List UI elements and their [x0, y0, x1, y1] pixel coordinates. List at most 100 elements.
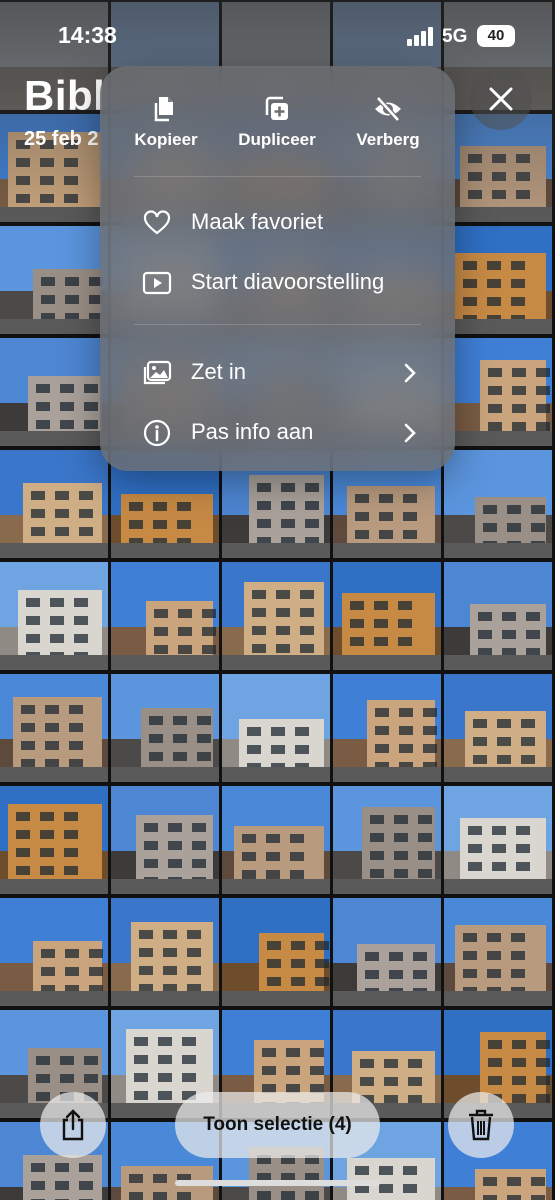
- share-button[interactable]: [40, 1092, 106, 1158]
- delete-button[interactable]: [448, 1092, 514, 1158]
- photo-ground: [444, 318, 552, 334]
- photo-window: [488, 368, 502, 377]
- photo-thumbnail[interactable]: [444, 786, 552, 894]
- photo-window: [197, 716, 211, 725]
- photo-window: [40, 812, 54, 821]
- photo-window: [418, 869, 432, 878]
- photo-window: [36, 402, 50, 411]
- photo-window: [463, 261, 477, 270]
- photo-window: [134, 1091, 148, 1100]
- edit-info-item[interactable]: Pas info aan: [100, 403, 455, 461]
- photo-window: [74, 598, 88, 607]
- photo-window: [281, 483, 295, 492]
- favorite-item[interactable]: Maak favoriet: [100, 193, 455, 251]
- photo-window: [497, 755, 511, 764]
- photo-thumbnail[interactable]: [222, 562, 330, 670]
- photo-window: [398, 637, 412, 646]
- photo-window: [375, 744, 389, 753]
- photo-thumbnail[interactable]: [111, 898, 219, 1006]
- photo-thumbnail[interactable]: [0, 898, 108, 1006]
- photo-window: [74, 634, 88, 643]
- photo-window: [202, 645, 216, 654]
- photo-thumbnail[interactable]: [444, 562, 552, 670]
- photo-window: [266, 870, 280, 879]
- photo-window: [403, 512, 417, 521]
- photo-window: [247, 745, 261, 754]
- photo-window: [177, 1192, 191, 1200]
- photo-window: [531, 1195, 545, 1200]
- photo-window: [483, 523, 497, 532]
- photo-window: [305, 1191, 319, 1200]
- photo-window: [478, 612, 492, 621]
- photo-window: [511, 279, 525, 288]
- close-icon: [489, 87, 513, 111]
- photo-window: [300, 626, 314, 635]
- photo-window: [168, 841, 182, 850]
- photo-thumbnail[interactable]: [444, 898, 552, 1006]
- photo-window: [158, 1073, 172, 1082]
- photo-thumbnail[interactable]: [222, 674, 330, 782]
- photo-window: [262, 1048, 276, 1057]
- photo-thumbnail[interactable]: [333, 674, 441, 782]
- photo-window: [492, 844, 506, 853]
- photo-window: [60, 384, 74, 393]
- photo-window: [41, 949, 55, 958]
- photo-window: [487, 297, 501, 306]
- photo-thumbnail[interactable]: [111, 786, 219, 894]
- photo-window: [65, 295, 79, 304]
- photo-building: [347, 1158, 435, 1200]
- photo-thumbnail[interactable]: [333, 786, 441, 894]
- photo-thumbnail[interactable]: [111, 674, 219, 782]
- photo-thumbnail[interactable]: [444, 226, 552, 334]
- photo-window: [526, 612, 540, 621]
- add-to-item[interactable]: Zet in: [100, 343, 455, 401]
- photo-thumbnail[interactable]: [444, 338, 552, 446]
- photo-window: [276, 644, 290, 653]
- photo-window: [355, 530, 369, 539]
- copy-button[interactable]: Kopieer: [111, 86, 221, 176]
- chevron-right-icon: [404, 363, 416, 383]
- photo-window: [69, 741, 83, 750]
- photo-thumbnail[interactable]: [444, 674, 552, 782]
- photo-window: [521, 737, 535, 746]
- photo-window: [21, 705, 35, 714]
- photo-window: [350, 619, 364, 628]
- photo-window: [512, 422, 526, 431]
- photo-thumbnail[interactable]: [0, 338, 108, 446]
- photo-window: [187, 930, 201, 939]
- photo-thumbnail[interactable]: [444, 450, 552, 558]
- photo-window: [45, 741, 59, 750]
- photo-window: [418, 815, 432, 824]
- photo-window: [267, 977, 281, 986]
- photo-window: [84, 1074, 98, 1083]
- photo-thumbnail[interactable]: [222, 786, 330, 894]
- photo-window: [379, 494, 393, 503]
- photo-thumbnail[interactable]: [0, 450, 108, 558]
- photo-window: [487, 933, 501, 942]
- photo-window: [202, 627, 216, 636]
- show-selection-button[interactable]: Toon selectie (4): [175, 1092, 380, 1158]
- photo-window: [139, 948, 153, 957]
- photo-window: [512, 386, 526, 395]
- photo-thumbnail[interactable]: [222, 898, 330, 1006]
- slideshow-item[interactable]: Start diavoorstelling: [100, 253, 455, 311]
- photo-window: [315, 941, 329, 950]
- close-button[interactable]: [470, 68, 532, 130]
- photo-window: [65, 949, 79, 958]
- duplicate-button[interactable]: Dupliceer: [222, 86, 332, 176]
- photo-thumbnail[interactable]: [111, 562, 219, 670]
- photo-window: [55, 509, 69, 518]
- photo-thumbnail[interactable]: [0, 786, 108, 894]
- photo-thumbnail[interactable]: [333, 562, 441, 670]
- photo-window: [64, 830, 78, 839]
- hide-button[interactable]: Verberg: [333, 86, 443, 176]
- photo-window: [305, 483, 319, 492]
- photo-thumbnail[interactable]: [0, 674, 108, 782]
- photo-window: [295, 745, 309, 754]
- photo-thumbnail[interactable]: [0, 562, 108, 670]
- photo-window: [158, 1055, 172, 1064]
- photo-thumbnail[interactable]: [0, 226, 108, 334]
- photo-window: [423, 744, 437, 753]
- photo-thumbnail[interactable]: [333, 898, 441, 1006]
- photo-window: [134, 1073, 148, 1082]
